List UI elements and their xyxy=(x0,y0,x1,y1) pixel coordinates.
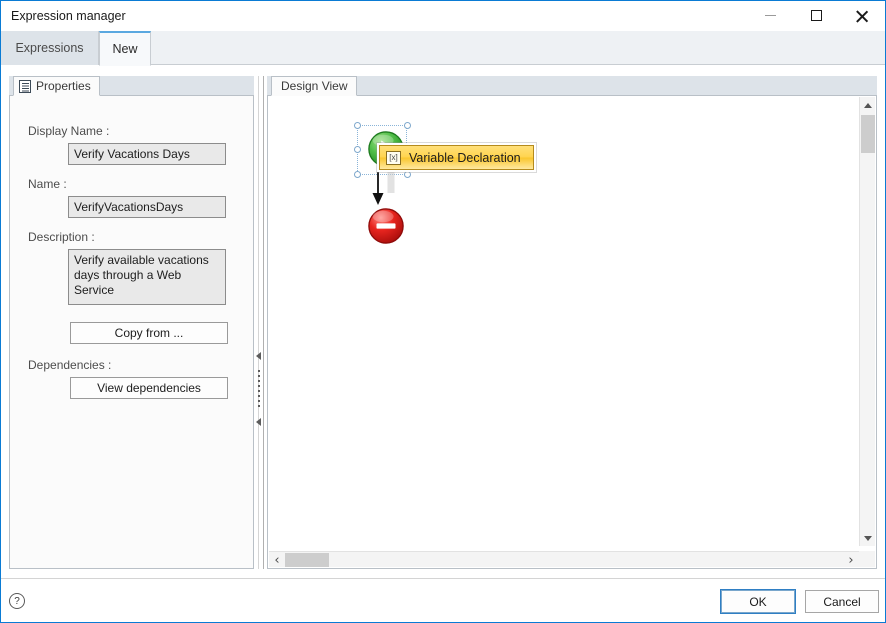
splitter-line-right xyxy=(263,76,264,569)
scroll-left-arrow-icon: ‹ xyxy=(274,552,280,568)
help-glyph: ? xyxy=(14,595,20,607)
design-view-content: [x] Variable Declaration ‹ › xyxy=(267,96,877,569)
ok-button[interactable]: OK xyxy=(720,589,796,614)
copy-from-button[interactable]: Copy from ... xyxy=(70,322,228,344)
tab-design-view[interactable]: Design View xyxy=(271,76,358,96)
dialog-body: Properties Display Name : Name : Descrip… xyxy=(1,65,885,580)
description-textarea[interactable] xyxy=(68,249,226,305)
panel-splitter[interactable] xyxy=(255,76,267,569)
minimize-icon xyxy=(764,15,776,16)
maximize-icon xyxy=(810,10,822,21)
selection-handle-tr[interactable] xyxy=(404,122,411,129)
design-view-vertical-scrollbar[interactable] xyxy=(859,97,875,546)
variable-declaration-tooltip[interactable]: [x] Variable Declaration xyxy=(377,143,536,172)
selection-handle-bl[interactable] xyxy=(354,171,361,178)
view-dependencies-button[interactable]: View dependencies xyxy=(70,377,228,399)
tab-new-label: New xyxy=(112,42,138,56)
help-icon[interactable]: ? xyxy=(9,593,25,609)
dependencies-label: Dependencies : xyxy=(28,358,112,372)
scroll-down-button[interactable] xyxy=(860,530,876,546)
scroll-down-arrow-icon xyxy=(864,535,872,541)
view-dependencies-label: View dependencies xyxy=(97,381,201,395)
horizontal-scroll-thumb[interactable] xyxy=(285,553,329,567)
design-view-tab-row: Design View xyxy=(267,76,877,96)
window-controls xyxy=(747,1,885,30)
properties-tab-row: Properties xyxy=(9,76,254,96)
tab-new[interactable]: New xyxy=(99,31,151,66)
tab-expressions-label: Expressions xyxy=(15,41,84,55)
minimize-button[interactable] xyxy=(747,1,793,30)
scroll-left-button[interactable]: ‹ xyxy=(269,552,285,568)
design-view-horizontal-scrollbar[interactable]: ‹ › xyxy=(269,551,859,568)
design-view-panel: Design View [x] Variable Declaration ‹ › xyxy=(267,76,877,569)
tab-properties-label: Properties xyxy=(36,79,91,93)
maximize-button[interactable] xyxy=(793,1,839,30)
splitter-line-left xyxy=(258,76,259,569)
selection-handle-ml[interactable] xyxy=(354,146,361,153)
variable-declaration-icon: [x] xyxy=(386,150,401,165)
copy-from-label: Copy from ... xyxy=(114,326,184,340)
selection-handle-br[interactable] xyxy=(404,171,411,178)
dialog-footer: ? OK Cancel xyxy=(1,578,885,622)
close-button[interactable] xyxy=(839,1,885,30)
end-node[interactable] xyxy=(367,207,405,245)
scroll-up-arrow-icon xyxy=(864,102,872,108)
document-properties-icon xyxy=(19,79,31,93)
vertical-scroll-thumb[interactable] xyxy=(861,115,875,153)
tab-expressions[interactable]: Expressions xyxy=(1,31,99,65)
expression-manager-window: Expression manager Expressions New Prope… xyxy=(0,0,886,623)
splitter-collapse-arrow-bottom[interactable] xyxy=(256,418,261,426)
scroll-right-button[interactable]: › xyxy=(843,552,859,568)
variable-declaration-label: Variable Declaration xyxy=(409,150,521,165)
flow-connector-arrow xyxy=(372,163,395,205)
main-tab-strip: Expressions New xyxy=(1,31,885,66)
selection-handle-tl[interactable] xyxy=(354,122,361,129)
scrollbar-corner xyxy=(859,551,875,567)
name-input[interactable] xyxy=(68,196,226,218)
title-bar: Expression manager xyxy=(1,1,885,31)
name-label: Name : xyxy=(28,177,67,191)
scroll-up-button[interactable] xyxy=(860,97,876,113)
cancel-label: Cancel xyxy=(823,594,861,609)
splitter-collapse-arrow-top[interactable] xyxy=(256,352,261,360)
tab-design-view-label: Design View xyxy=(281,79,348,93)
close-icon xyxy=(856,9,869,22)
properties-content: Display Name : Name : Description : Copy… xyxy=(9,96,254,569)
tab-properties[interactable]: Properties xyxy=(13,76,100,96)
display-name-input[interactable] xyxy=(68,143,226,165)
flow-canvas[interactable]: [x] Variable Declaration xyxy=(269,97,859,546)
ok-label: OK xyxy=(749,594,767,609)
cancel-button[interactable]: Cancel xyxy=(805,590,879,613)
properties-panel: Properties Display Name : Name : Descrip… xyxy=(9,76,254,569)
window-title: Expression manager xyxy=(11,9,126,23)
splitter-grip-dots xyxy=(258,370,260,410)
description-label: Description : xyxy=(28,230,95,244)
display-name-label: Display Name : xyxy=(28,124,110,138)
scroll-right-arrow-icon: › xyxy=(848,552,854,568)
